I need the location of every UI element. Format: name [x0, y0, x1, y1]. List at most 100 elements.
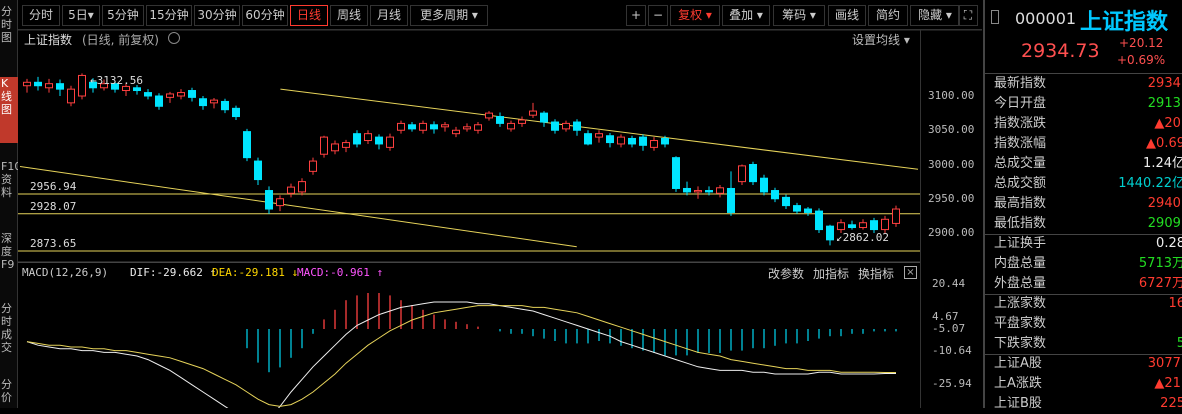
quote-row: 指数涨跌 ▲20. [991, 114, 1182, 134]
change-params-button[interactable]: 改参数 [768, 265, 804, 282]
candle-body [221, 100, 229, 111]
quote-row: 平盘家数 [991, 314, 1181, 334]
quote-key: 平盘家数 [994, 316, 1047, 331]
high-mark: ←3132.56 [90, 74, 143, 87]
quote-value: 1440.22亿 [1118, 176, 1182, 191]
divider [985, 234, 1182, 235]
quote-row: 上涨家数 16 [991, 294, 1182, 314]
quote-row: 上A涨跌 ▲21. [991, 374, 1182, 394]
chart-title: 上证指数 [24, 33, 73, 47]
quote-value: 6727万 [1138, 276, 1182, 291]
price-tick: 3000.00 [928, 157, 975, 171]
candle-body [595, 133, 603, 138]
quote-key: 今日开盘 [994, 96, 1047, 111]
dif-line [26, 301, 896, 408]
candle-body [749, 164, 757, 183]
candle-body [848, 224, 856, 229]
candle-body [287, 186, 295, 194]
candle-body [650, 140, 658, 148]
candle-body [573, 121, 581, 131]
index-change: +20.12 [1119, 36, 1164, 50]
candle-body [155, 95, 163, 107]
ma-settings-button[interactable]: 设置均线 ▾ [852, 31, 910, 48]
candle-body [166, 93, 174, 98]
quote-key: 上证B股 [994, 396, 1042, 411]
candle-body [353, 133, 361, 145]
macd-name: MACD(12,26,9) [22, 266, 109, 279]
quote-key: 指数涨幅 [994, 136, 1047, 151]
candle-body [518, 119, 526, 124]
candle-body [716, 187, 724, 194]
price-tick: 2900.00 [928, 226, 975, 239]
close-icon[interactable]: × [904, 266, 917, 279]
quote-key: 内盘总量 [994, 256, 1047, 271]
candle-body [562, 122, 570, 130]
macd-tick: -5.07 [932, 322, 966, 335]
candle-body [331, 143, 339, 152]
candle-body [727, 187, 735, 213]
quote-key: 总成交额 [994, 176, 1047, 191]
quote-row: 上证B股 225 [991, 394, 1182, 414]
candle-body [628, 137, 636, 145]
candle-body [815, 210, 823, 231]
candle-body [837, 222, 845, 231]
candle-body [859, 222, 867, 229]
candle-body [705, 190, 713, 193]
candle-body [507, 122, 515, 130]
quote-key: 最新指数 [994, 76, 1047, 91]
quote-key: 下跌家数 [994, 336, 1047, 351]
candle-body [144, 92, 152, 97]
candle-body [529, 110, 537, 116]
quote-value: 2940. [1147, 196, 1182, 211]
quote-key: 最低指数 [994, 216, 1047, 231]
candle-body [243, 131, 251, 159]
low-mark: ↙2862.02 [836, 231, 889, 244]
candle-body [485, 112, 493, 119]
candle-body [661, 137, 669, 145]
candle-body [177, 92, 185, 97]
quote-value: ▲0.69 [1146, 136, 1182, 151]
panel-handle-icon[interactable] [991, 10, 999, 24]
quote-row: 上证换手 0.28 [991, 234, 1182, 254]
candle-body [551, 121, 559, 131]
quote-value: ▲20. [1154, 116, 1182, 131]
candle-body [672, 157, 680, 189]
index-code: 000001 [1015, 9, 1077, 28]
chart-subtitle: (日线, 前复权) [82, 33, 159, 47]
candle-body [584, 133, 592, 145]
candle-body [298, 181, 306, 193]
level-label: 2928.07 [30, 200, 76, 213]
candle-body [199, 98, 207, 107]
quote-value: 3077. [1147, 356, 1182, 371]
candle-body [452, 129, 460, 135]
candle-body [617, 136, 625, 145]
candle-body [78, 74, 86, 97]
quote-row: 最低指数 2909. [991, 214, 1182, 234]
candle-body [683, 187, 691, 193]
quote-value: 2909. [1147, 216, 1182, 231]
candle-body [463, 126, 471, 130]
candle-body [639, 136, 647, 146]
candle-body [760, 177, 768, 193]
gear-icon[interactable] [168, 32, 180, 44]
quote-row: 今日开盘 2913. [991, 94, 1182, 114]
quote-row: 内盘总量 5713万 [991, 254, 1182, 274]
add-indicator-button[interactable]: 加指标 [813, 265, 849, 282]
price-tick: 2950.00 [928, 191, 975, 205]
quote-key: 上A涨跌 [994, 376, 1042, 391]
macd-tick: 20.44 [932, 277, 966, 290]
quote-value: 2934. [1147, 76, 1182, 91]
candle-body [342, 142, 350, 148]
switch-indicator-button[interactable]: 换指标 [858, 265, 894, 282]
quote-row: 外盘总量 6727万 [991, 274, 1182, 294]
quote-value: 0.28 [1156, 236, 1182, 251]
candle-body [34, 81, 42, 87]
quote-row: 总成交额 1440.22亿 [991, 174, 1182, 194]
candle-body [309, 160, 317, 172]
candle-body [474, 124, 482, 131]
candle-body [188, 90, 196, 98]
price-tick: 3050.00 [928, 123, 975, 137]
candle-body [870, 220, 878, 231]
price-tick: 3100.00 [928, 89, 975, 102]
quote-key: 上证A股 [994, 356, 1042, 371]
